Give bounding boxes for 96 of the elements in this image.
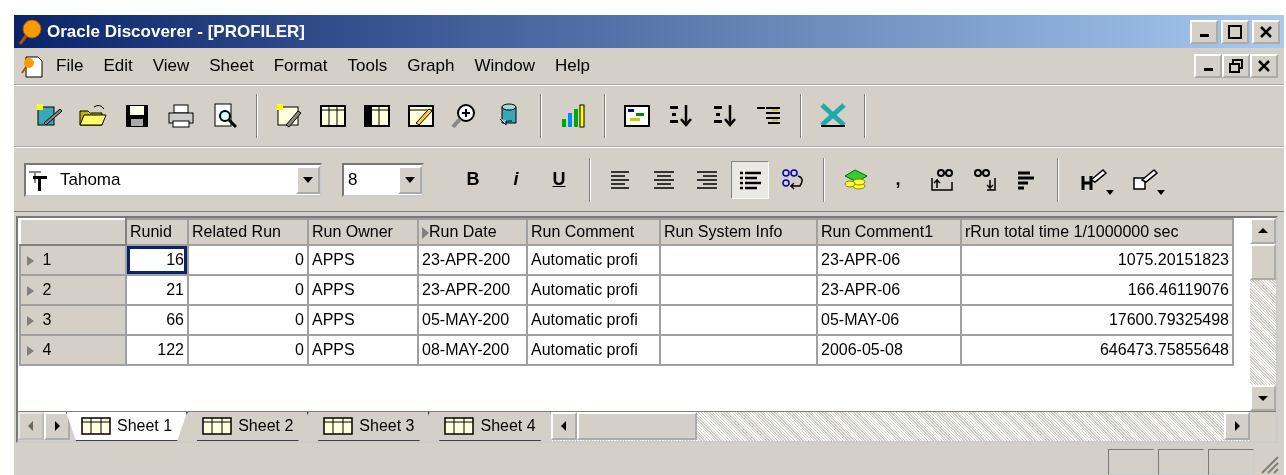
table-cell: 05-MAY-06 <box>817 305 961 335</box>
font-size: 8 <box>348 168 358 191</box>
table-cell: 23-APR-06 <box>817 245 961 275</box>
caret-icon <box>1156 187 1166 196</box>
column-header[interactable]: Run Date <box>418 219 527 245</box>
printer-icon <box>166 101 196 131</box>
table-cell: 16 <box>126 245 188 275</box>
corner-header[interactable] <box>20 219 126 245</box>
sheet-grid-icon <box>323 416 354 436</box>
table-cell: 0 <box>188 275 308 305</box>
sheet-grid-icon <box>202 416 233 436</box>
table-cell: 23-APR-200 <box>418 275 527 305</box>
column-header[interactable]: rRun total time 1/1000000 sec <box>961 219 1233 245</box>
underline-button[interactable]: U <box>540 160 578 199</box>
menu-item[interactable]: Help <box>546 51 598 81</box>
table-cell: 0 <box>188 245 308 275</box>
app-logo-icon <box>18 17 44 46</box>
scroll-down-button[interactable] <box>1250 385 1276 411</box>
table-cell: 122 <box>126 335 188 365</box>
document-icon <box>20 53 44 79</box>
table-cell: 08-MAY-200 <box>418 335 527 365</box>
table-cell: 2006-05-08 <box>817 335 961 365</box>
maximize-icon <box>1227 23 1243 40</box>
minimize-button[interactable] <box>1190 19 1218 44</box>
close-button[interactable] <box>1252 19 1280 44</box>
close-icon <box>1258 23 1274 40</box>
next-sheet-button[interactable] <box>44 412 70 440</box>
table-cell: APPS <box>308 305 418 335</box>
close-icon <box>1256 58 1272 74</box>
table-cell: 23-APR-200 <box>418 245 527 275</box>
scroll-left-button[interactable] <box>550 412 577 440</box>
maximize-button[interactable] <box>1221 19 1249 44</box>
row-header[interactable]: 3 <box>20 305 126 335</box>
table-cell: 166.46119076 <box>961 275 1233 305</box>
table-cell: Automatic profi <box>527 245 660 275</box>
table-cell: 05-MAY-200 <box>418 305 527 335</box>
table-cell: Automatic profi <box>527 305 660 335</box>
minimize-icon <box>1203 68 1213 71</box>
row-header[interactable]: 4 <box>20 335 126 365</box>
menu-item[interactable]: Sheet <box>201 51 262 81</box>
table-cell: APPS <box>308 245 418 275</box>
table-cell: APPS <box>308 335 418 365</box>
column-header[interactable]: Run Comment1 <box>817 219 961 245</box>
sort-marker-icon <box>422 226 429 239</box>
column-header[interactable]: Runid <box>126 219 188 245</box>
menu-item[interactable]: Tools <box>339 51 396 81</box>
window-title: Oracle Discoverer - [PROFILER] <box>47 20 305 43</box>
caret-icon <box>1105 187 1115 196</box>
row-header[interactable]: 2 <box>20 275 126 305</box>
document-minimize-button[interactable] <box>1194 54 1222 78</box>
document-restore-button[interactable] <box>1222 54 1250 78</box>
column-header[interactable]: Run Owner <box>308 219 418 245</box>
restore-icon <box>1228 58 1244 74</box>
horizontal-scrollbar[interactable] <box>550 412 1250 441</box>
sheet-tab[interactable]: Sheet 4 <box>429 412 551 441</box>
table-cell: APPS <box>308 275 418 305</box>
scroll-up-button[interactable] <box>1250 218 1276 244</box>
bold-button[interactable]: B <box>454 160 492 199</box>
table-cell: 0 <box>188 305 308 335</box>
vertical-scrollbar[interactable] <box>1250 218 1276 411</box>
table-cell: 0 <box>188 335 308 365</box>
list-button[interactable] <box>731 160 769 199</box>
column-header[interactable]: Related Run <box>188 219 308 245</box>
table-cell: 66 <box>126 305 188 335</box>
font-combo[interactable]: Tahoma <box>24 162 322 197</box>
column-header[interactable]: Run System Info <box>660 219 817 245</box>
menu-item[interactable]: Graph <box>399 51 463 81</box>
italic-button[interactable]: i <box>497 160 535 199</box>
font-size-combo[interactable]: 8 <box>342 162 424 197</box>
scroll-right-button[interactable] <box>1224 412 1250 440</box>
sheet-grid-icon <box>81 416 111 436</box>
scroll-thumb[interactable] <box>576 412 697 440</box>
minimize-icon <box>1199 33 1209 37</box>
sheet-tab[interactable]: Sheet 1 <box>66 412 188 441</box>
table-cell: 17600.79325498 <box>961 305 1233 335</box>
sheet-tab[interactable]: Sheet 3 <box>308 412 430 441</box>
previous-sheet-button[interactable] <box>18 412 44 440</box>
document-close-button[interactable] <box>1250 54 1278 78</box>
menu-item[interactable]: View <box>144 51 198 81</box>
menu-item[interactable]: File <box>48 51 92 81</box>
font-name: Tahoma <box>60 168 121 191</box>
menu-item[interactable]: Window <box>466 51 543 81</box>
sheet-tab[interactable]: Sheet 2 <box>187 412 309 441</box>
row-header[interactable]: 1 <box>20 245 126 275</box>
table-cell: Automatic profi <box>527 335 660 365</box>
menu-item[interactable]: Edit <box>95 51 141 81</box>
table-cell: 21 <box>126 275 188 305</box>
table-cell: 23-APR-06 <box>817 275 961 305</box>
table-cell: Automatic profi <box>527 275 660 305</box>
scroll-thumb[interactable] <box>1250 244 1276 280</box>
table-cell: 1075.20151823 <box>961 245 1233 275</box>
sheet-grid-icon <box>444 416 475 436</box>
column-header[interactable]: Run Comment <box>527 219 660 245</box>
table-cell: 646473.75855648 <box>961 335 1233 365</box>
comma-style-button[interactable]: , <box>879 160 917 199</box>
menu-item[interactable]: Format <box>265 51 336 81</box>
